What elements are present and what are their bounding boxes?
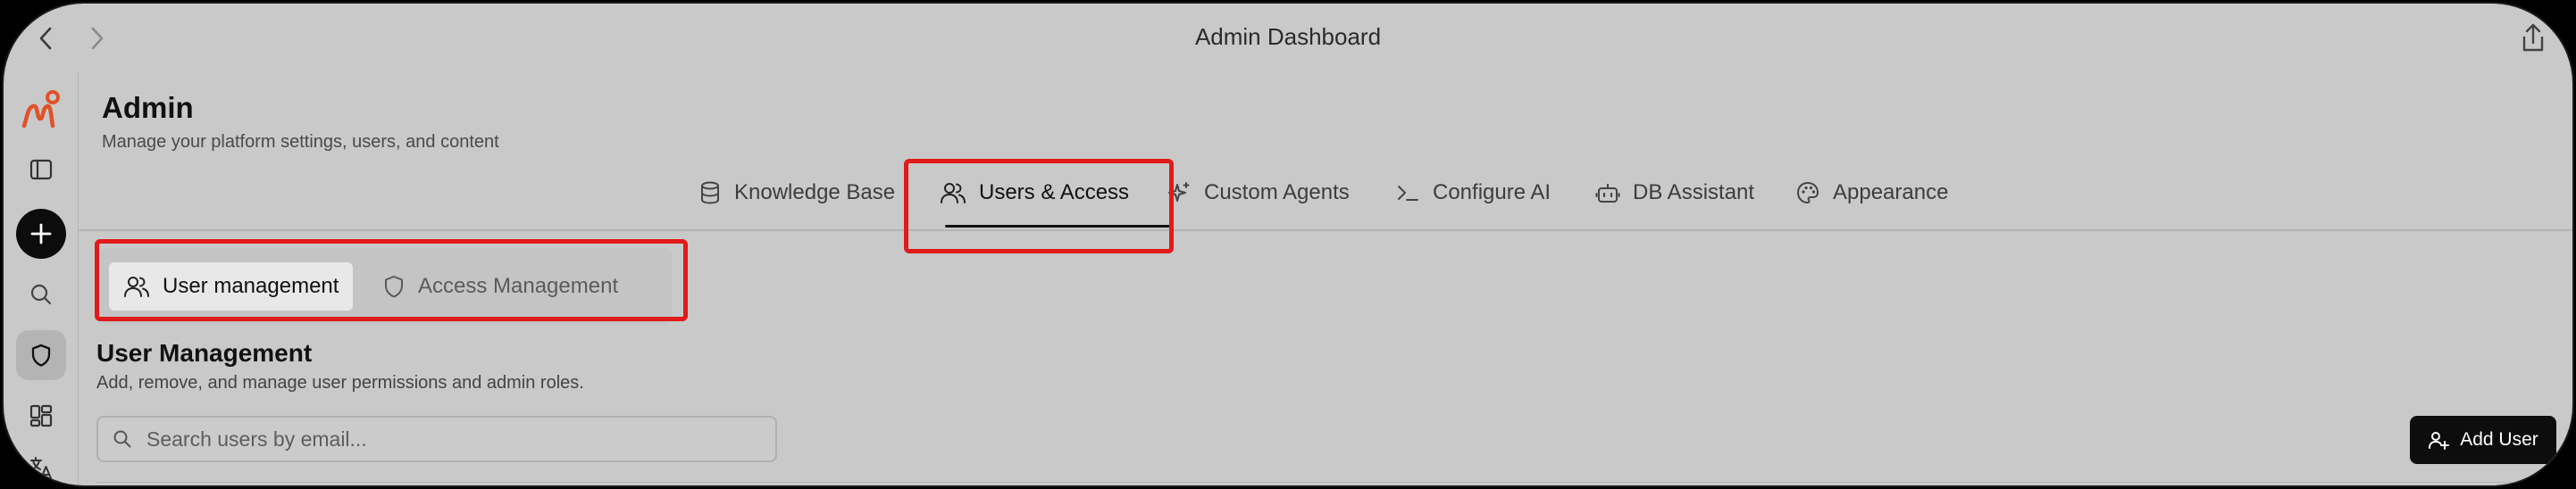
share-button[interactable] [2517, 21, 2549, 55]
tab-db-assistant[interactable]: DB Assistant [1595, 168, 1754, 218]
layout-grid-icon [29, 404, 53, 427]
content-divider [96, 482, 2572, 483]
sidebar-panel-icon [29, 159, 53, 180]
database-icon [701, 181, 719, 204]
tab-custom-agents[interactable]: Custom Agents [1167, 168, 1350, 218]
title-bar: Admin Dashboard [4, 4, 2572, 73]
page-title: Admin [102, 91, 194, 124]
sidebar [4, 73, 79, 485]
tab-label: Configure AI [1433, 180, 1551, 204]
tabs-divider [79, 229, 2572, 231]
sidebar-search-button[interactable] [16, 269, 66, 319]
bot-icon [1595, 184, 1620, 203]
page-subtitle: Manage your platform settings, users, an… [102, 132, 499, 152]
user-plus-icon [2429, 432, 2450, 450]
shield-icon [31, 344, 51, 367]
tab-highlight-box [904, 159, 1174, 253]
plus-icon [30, 223, 52, 244]
brand-logo[interactable] [16, 86, 66, 136]
palette-icon [1797, 182, 1819, 203]
tab-label: DB Assistant [1633, 180, 1755, 204]
tab-configure-ai[interactable]: Configure AI [1395, 168, 1551, 218]
tab-appearance[interactable]: Appearance [1795, 168, 1948, 218]
search-icon [30, 284, 52, 305]
section-subtitle: Add, remove, and manage user permissions… [96, 373, 584, 393]
tab-label: Custom Agents [1204, 180, 1350, 204]
main-content: Admin Manage your platform settings, use… [79, 73, 2572, 485]
tab-knowledge-base[interactable]: Knowledge Base [698, 168, 895, 218]
app-window: Admin Dashboard Admin Manage your platfo… [2, 2, 2574, 487]
new-chat-button[interactable] [16, 209, 66, 259]
sidebar-item-admin[interactable] [16, 330, 66, 380]
section-title: User Management [96, 339, 313, 367]
terminal-icon [1398, 186, 1418, 201]
brand-logo-icon [21, 90, 60, 128]
window-title: Admin Dashboard [1194, 23, 1382, 50]
sidebar-toggle-button[interactable] [16, 145, 66, 195]
search-icon [113, 430, 131, 448]
add-user-button[interactable]: Add User [2410, 416, 2556, 464]
sidebar-item-translate[interactable] [16, 443, 66, 485]
sidebar-item-dashboard[interactable] [16, 391, 66, 441]
add-user-label: Add User [2460, 429, 2538, 450]
search-input[interactable] [146, 427, 754, 452]
translate-icon [30, 457, 52, 479]
tab-label: Appearance [1833, 180, 1949, 204]
subtab-highlight-box [95, 239, 688, 321]
share-icon [2522, 23, 2544, 52]
search-box [96, 416, 777, 462]
tab-label: Knowledge Base [734, 180, 896, 204]
